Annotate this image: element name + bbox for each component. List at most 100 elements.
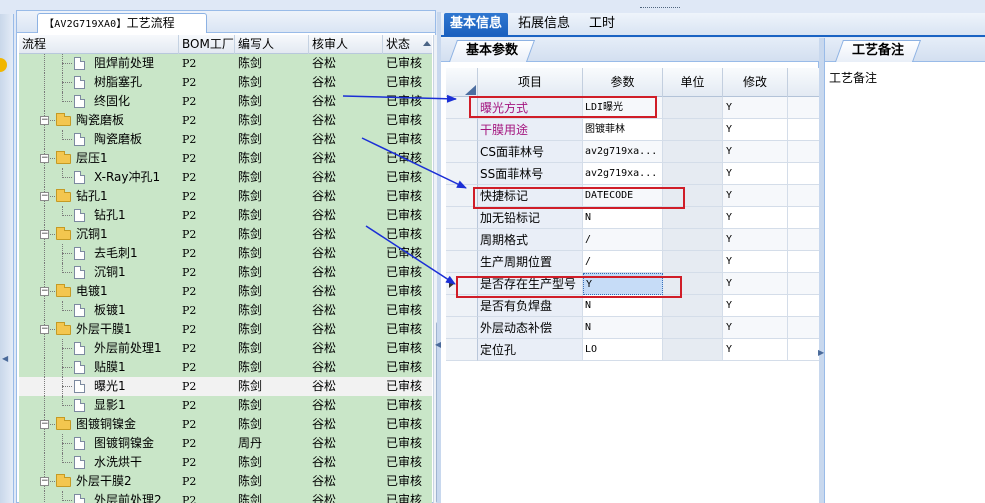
row-header[interactable]	[446, 339, 478, 361]
tree-node[interactable]: 外层前处理1	[19, 339, 179, 358]
collapse-node-icon[interactable]: −	[40, 477, 49, 486]
param-row[interactable]: 加无铅标记 N Y	[446, 207, 819, 229]
tree-node[interactable]: − 钻孔1	[19, 187, 179, 206]
row-header[interactable]	[446, 141, 478, 163]
tree-row[interactable]: 水洗烘干 P2 陈剑 谷松 已审核	[19, 453, 432, 472]
tree-node[interactable]: 贴膜1	[19, 358, 179, 377]
param-value-cell[interactable]: av2g719xa...	[583, 141, 663, 163]
tree-node[interactable]: 外层前处理2	[19, 491, 179, 503]
tree-row[interactable]: 阻焊前处理 P2 陈剑 谷松 已审核	[19, 54, 432, 73]
tree-row[interactable]: − 层压1 P2 陈剑 谷松 已审核	[19, 149, 432, 168]
tab-work-hours[interactable]: 工时	[583, 13, 621, 36]
tree-row[interactable]: 外层前处理1 P2 陈剑 谷松 已审核	[19, 339, 432, 358]
param-row[interactable]: 外层动态补偿 N Y	[446, 317, 819, 339]
tab-process-notes[interactable]: 工艺备注	[834, 40, 922, 62]
param-unit-cell[interactable]	[663, 97, 723, 119]
tree-row[interactable]: − 图镀铜镍金 P2 陈剑 谷松 已审核	[19, 415, 432, 434]
tree-node[interactable]: 阻焊前处理	[19, 54, 179, 73]
sort-up-icon[interactable]	[423, 41, 431, 46]
tree-row[interactable]: 外层前处理2 P2 陈剑 谷松 已审核	[19, 491, 432, 503]
left-collapse-strip[interactable]: ◀	[0, 14, 14, 503]
row-header[interactable]	[446, 185, 478, 207]
param-row[interactable]: 曝光方式 LDI曝光 Y	[446, 97, 819, 119]
param-unit-cell[interactable]	[663, 339, 723, 361]
param-row[interactable]: 快捷标记 DATECODE Y	[446, 185, 819, 207]
column-header-reviewer[interactable]: 核审人	[309, 35, 383, 54]
row-header[interactable]	[446, 207, 478, 229]
param-value-cell[interactable]: N	[583, 317, 663, 339]
param-modify-cell[interactable]: Y	[723, 295, 788, 317]
param-modify-cell[interactable]: Y	[723, 229, 788, 251]
param-row[interactable]: SS面菲林号 av2g719xa... Y	[446, 163, 819, 185]
tree-row[interactable]: − 外层干膜2 P2 陈剑 谷松 已审核	[19, 472, 432, 491]
param-unit-cell[interactable]	[663, 317, 723, 339]
tree-node[interactable]: − 沉铜1	[19, 225, 179, 244]
collapse-node-icon[interactable]: −	[40, 116, 49, 125]
param-value-cell[interactable]: 图镀菲林	[583, 119, 663, 141]
row-header[interactable]	[446, 97, 478, 119]
tree-node[interactable]: 终固化	[19, 92, 179, 111]
tree-row[interactable]: 树脂塞孔 P2 陈剑 谷松 已审核	[19, 73, 432, 92]
collapse-node-icon[interactable]: −	[40, 154, 49, 163]
tree-node[interactable]: 钻孔1	[19, 206, 179, 225]
collapse-node-icon[interactable]: −	[40, 192, 49, 201]
param-row[interactable]: 定位孔 LO Y	[446, 339, 819, 361]
param-modify-cell[interactable]: Y	[723, 207, 788, 229]
param-value-cell[interactable]: /	[583, 251, 663, 273]
collapse-node-icon[interactable]: −	[40, 420, 49, 429]
collapse-node-icon[interactable]: −	[40, 230, 49, 239]
param-value-cell[interactable]: /	[583, 229, 663, 251]
row-header-corner[interactable]	[446, 68, 478, 97]
row-header[interactable]	[446, 273, 478, 295]
tree-row[interactable]: 陶瓷磨板 P2 陈剑 谷松 已审核	[19, 130, 432, 149]
param-row[interactable]: 生产周期位置 / Y	[446, 251, 819, 273]
row-header[interactable]	[446, 163, 478, 185]
param-modify-cell[interactable]: Y	[723, 317, 788, 339]
row-header[interactable]	[446, 251, 478, 273]
param-unit-cell[interactable]	[663, 251, 723, 273]
param-modify-cell[interactable]: Y	[723, 185, 788, 207]
tree-node[interactable]: 陶瓷磨板	[19, 130, 179, 149]
tree-row[interactable]: 曝光1 P2 陈剑 谷松 已审核	[19, 377, 432, 396]
row-header[interactable]	[446, 229, 478, 251]
param-row[interactable]: 是否有负焊盘 N Y	[446, 295, 819, 317]
tree-node[interactable]: − 图镀铜镍金	[19, 415, 179, 434]
tree-node[interactable]: − 电镀1	[19, 282, 179, 301]
tree-row[interactable]: 终固化 P2 陈剑 谷松 已审核	[19, 92, 432, 111]
param-value-cell[interactable]: av2g719xa...	[583, 163, 663, 185]
tree-row[interactable]: X-Ray冲孔1 P2 陈剑 谷松 已审核	[19, 168, 432, 187]
param-value-cell[interactable]: LO	[583, 339, 663, 361]
tree-row[interactable]: − 外层干膜1 P2 陈剑 谷松 已审核	[19, 320, 432, 339]
param-unit-cell[interactable]	[663, 229, 723, 251]
tree-node[interactable]: 板镀1	[19, 301, 179, 320]
column-header-modify[interactable]: 修改	[723, 68, 788, 97]
tree-row[interactable]: − 钻孔1 P2 陈剑 谷松 已审核	[19, 187, 432, 206]
tree-row[interactable]: 显影1 P2 陈剑 谷松 已审核	[19, 396, 432, 415]
row-header[interactable]	[446, 119, 478, 141]
tab-process-flow[interactable]: 【AV2G719XA0】工艺流程	[37, 13, 207, 33]
param-value-cell[interactable]: Y	[583, 273, 663, 295]
column-header-unit[interactable]: 单位	[663, 68, 723, 97]
select-all-icon[interactable]	[465, 85, 476, 95]
collapse-arrow-icon[interactable]: ◀	[2, 354, 8, 363]
tree-row[interactable]: 沉铜1 P2 陈剑 谷松 已审核	[19, 263, 432, 282]
tab-basic-params[interactable]: 基本参数	[448, 40, 536, 62]
param-modify-cell[interactable]: Y	[723, 273, 788, 295]
column-header-item[interactable]: 项目	[478, 68, 583, 97]
param-modify-cell[interactable]: Y	[723, 339, 788, 361]
tree-row[interactable]: − 沉铜1 P2 陈剑 谷松 已审核	[19, 225, 432, 244]
tree-row[interactable]: 去毛刺1 P2 陈剑 谷松 已审核	[19, 244, 432, 263]
tab-basic-info[interactable]: 基本信息	[444, 13, 509, 36]
param-row[interactable]: 周期格式 / Y	[446, 229, 819, 251]
tree-row[interactable]: − 电镀1 P2 陈剑 谷松 已审核	[19, 282, 432, 301]
param-unit-cell[interactable]	[663, 119, 723, 141]
tree-row[interactable]: − 陶瓷磨板 P2 陈剑 谷松 已审核	[19, 111, 432, 130]
tree-node[interactable]: − 外层干膜2	[19, 472, 179, 491]
param-row[interactable]: 干膜用途 图镀菲林 Y	[446, 119, 819, 141]
collapse-node-icon[interactable]: −	[40, 287, 49, 296]
param-modify-cell[interactable]: Y	[723, 141, 788, 163]
tree-node[interactable]: 显影1	[19, 396, 179, 415]
column-header-bom-factory[interactable]: BOM工厂	[179, 35, 235, 54]
tree-node[interactable]: 水洗烘干	[19, 453, 179, 472]
tree-node[interactable]: 曝光1	[19, 377, 179, 396]
